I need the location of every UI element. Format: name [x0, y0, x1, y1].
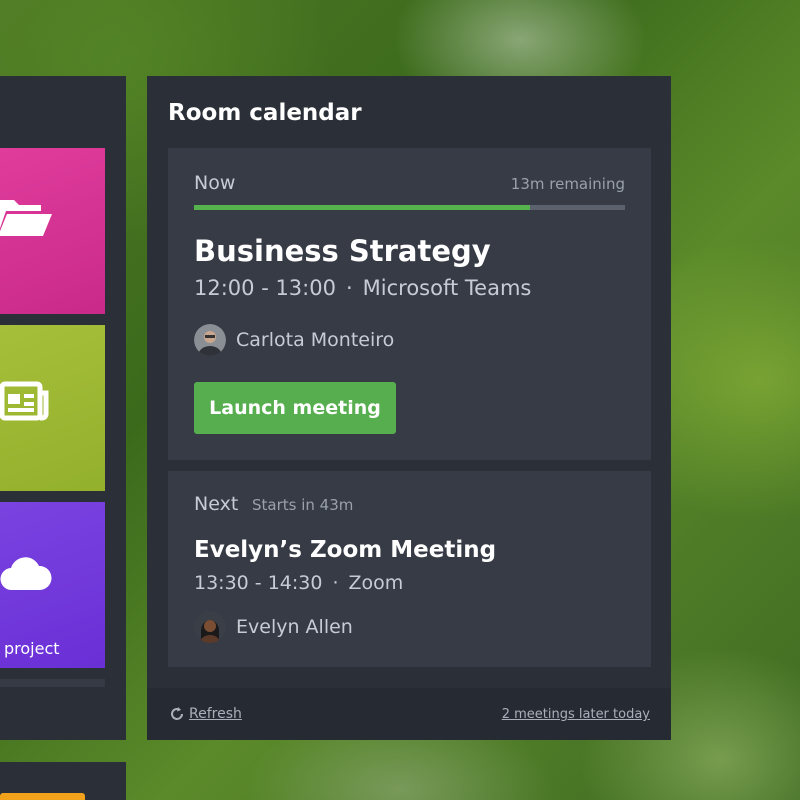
news-tile[interactable]	[0, 325, 105, 491]
separator: ·	[332, 572, 339, 594]
cloud-icon	[0, 556, 52, 596]
panel-title: Room calendar	[168, 100, 362, 126]
room-calendar-panel: Room calendar Now 13m remaining Business…	[147, 76, 671, 740]
current-meeting-organizer: Carlota Monteiro	[194, 324, 394, 356]
refresh-icon	[169, 706, 185, 722]
meeting-progress-fill	[194, 205, 531, 210]
current-meeting-details: 12:00 - 13:00 · Microsoft Teams	[194, 276, 531, 300]
folder-icon	[0, 194, 52, 244]
tile-divider	[0, 679, 105, 687]
starts-in: Starts in 43m	[252, 496, 354, 514]
now-label: Now	[194, 172, 236, 194]
organizer-name: Carlota Monteiro	[236, 329, 395, 351]
avatar	[194, 324, 226, 356]
refresh-label: Refresh	[189, 706, 242, 722]
current-meeting-title: Business Strategy	[194, 234, 491, 268]
app-tiles-panel: project	[0, 76, 126, 740]
current-meeting-platform: Microsoft Teams	[362, 276, 532, 300]
next-label: Next	[194, 493, 239, 515]
meeting-progress-bar	[194, 205, 625, 210]
folder-tile[interactable]	[0, 148, 105, 314]
next-meeting-title: Evelyn’s Zoom Meeting	[194, 537, 497, 563]
organizer-name: Evelyn Allen	[236, 616, 353, 638]
next-meeting-organizer: Evelyn Allen	[194, 611, 353, 643]
separator: ·	[345, 276, 353, 300]
calendar-footer: Refresh 2 meetings later today	[147, 688, 671, 740]
refresh-link[interactable]: Refresh	[169, 706, 242, 722]
next-meeting-platform: Zoom	[348, 572, 404, 594]
current-meeting-time: 12:00 - 13:00	[194, 276, 336, 300]
next-meeting-details: 13:30 - 14:30 · Zoom	[194, 572, 403, 594]
project-tile[interactable]: project	[0, 502, 105, 668]
newspaper-icon	[0, 381, 50, 425]
orange-tab[interactable]	[0, 793, 85, 800]
next-meeting-time: 13:30 - 14:30	[194, 572, 323, 594]
later-meetings-link[interactable]: 2 meetings later today	[502, 707, 650, 722]
launch-meeting-button[interactable]: Launch meeting	[194, 382, 396, 434]
time-remaining: 13m remaining	[510, 175, 625, 193]
avatar	[194, 611, 226, 643]
project-tile-label: project	[4, 639, 60, 658]
next-meeting-card: Next Starts in 43m Evelyn’s Zoom Meeting…	[168, 471, 651, 667]
current-meeting-card: Now 13m remaining Business Strategy 12:0…	[168, 148, 651, 460]
